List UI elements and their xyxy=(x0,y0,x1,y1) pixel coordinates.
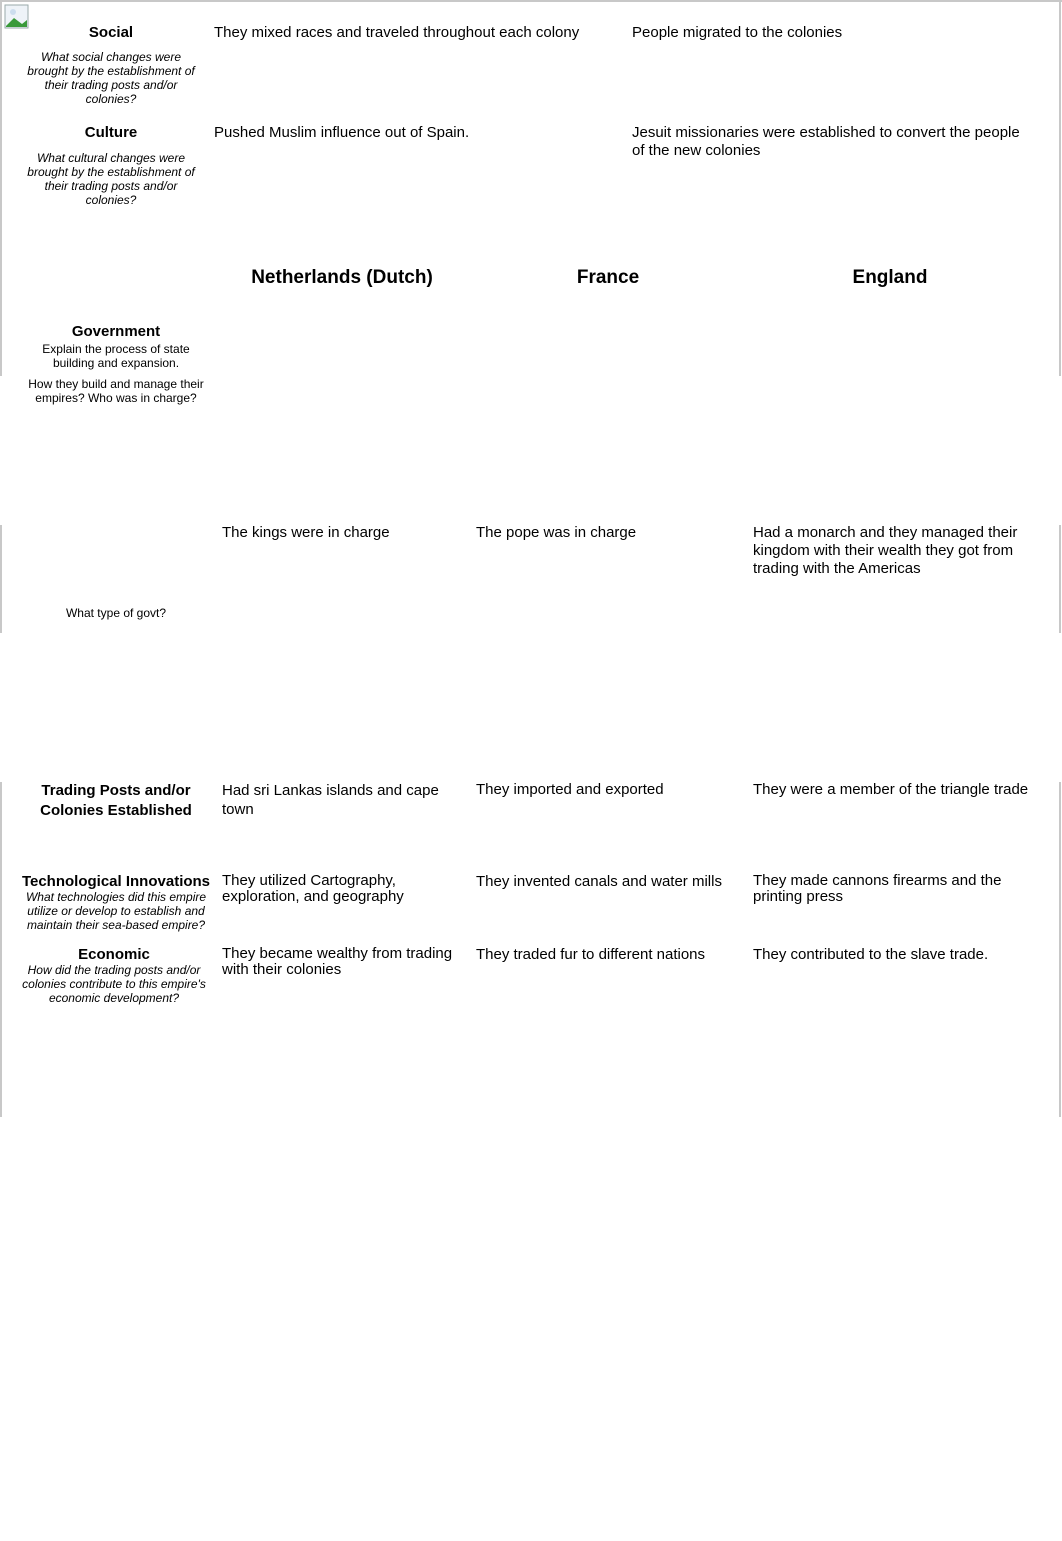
government-sub-3: What type of govt? xyxy=(65,606,167,620)
cell-tech-france: They invented canals and water mills xyxy=(476,873,722,890)
cell-trading-france: They imported and exported xyxy=(476,781,664,798)
top-border xyxy=(0,0,1062,2)
column-header-netherlands: Netherlands (Dutch) xyxy=(251,267,433,288)
cell-economic-netherlands: They became wealthy from trading with th… xyxy=(222,945,453,978)
row-question-tech: What technologies did this empire utiliz… xyxy=(25,890,207,932)
cell-social-2: People migrated to the colonies xyxy=(632,24,843,41)
cell-government-netherlands: The kings were in charge xyxy=(222,524,390,541)
right-border xyxy=(1059,782,1061,1117)
cell-tech-netherlands: They utilized Cartography, exploration, … xyxy=(222,872,404,905)
row-question-economic: How did the trading posts and/or colonie… xyxy=(22,963,206,1005)
right-border xyxy=(1059,525,1061,633)
cell-economic-france: They traded fur to different nations xyxy=(476,946,706,963)
row-heading-tech: Technological Innovations xyxy=(21,873,211,890)
left-border xyxy=(0,525,2,633)
cell-trading-netherlands: Had sri Lankas islands and cape town xyxy=(222,782,439,818)
column-header-england: England xyxy=(852,267,928,288)
cell-social-1: They mixed races and traveled throughout… xyxy=(214,24,580,41)
row-question-social: What social changes were brought by the … xyxy=(27,50,195,106)
cell-government-france: The pope was in charge xyxy=(476,524,637,541)
row-heading-economic: Economic xyxy=(78,946,150,963)
cell-tech-england: They made cannons firearms and the print… xyxy=(753,872,1002,905)
government-sub-1: Explain the process of state building an… xyxy=(42,342,190,370)
government-sub-2: How they build and manage their empires?… xyxy=(28,377,204,405)
cell-government-england: Had a monarch and they managed their kin… xyxy=(753,524,1018,577)
cell-culture-1: Pushed Muslim influence out of Spain. xyxy=(214,124,470,141)
row-question-culture: What cultural changes were brought by th… xyxy=(27,151,195,207)
row-heading-government: Government xyxy=(71,323,161,340)
column-header-france: France xyxy=(576,267,640,288)
cell-culture-2: Jesuit missionaries were established to … xyxy=(632,124,1020,159)
row-heading-culture: Culture xyxy=(84,124,138,141)
right-border xyxy=(1059,0,1061,376)
left-border xyxy=(0,782,2,1117)
cell-trading-england: They were a member of the triangle trade xyxy=(753,781,1029,798)
left-border xyxy=(0,0,2,376)
row-heading-social: Social xyxy=(88,24,134,41)
cell-economic-england: They contributed to the slave trade. xyxy=(753,946,989,963)
row-heading-trading: Trading Posts and/or Colonies Establishe… xyxy=(40,782,192,819)
